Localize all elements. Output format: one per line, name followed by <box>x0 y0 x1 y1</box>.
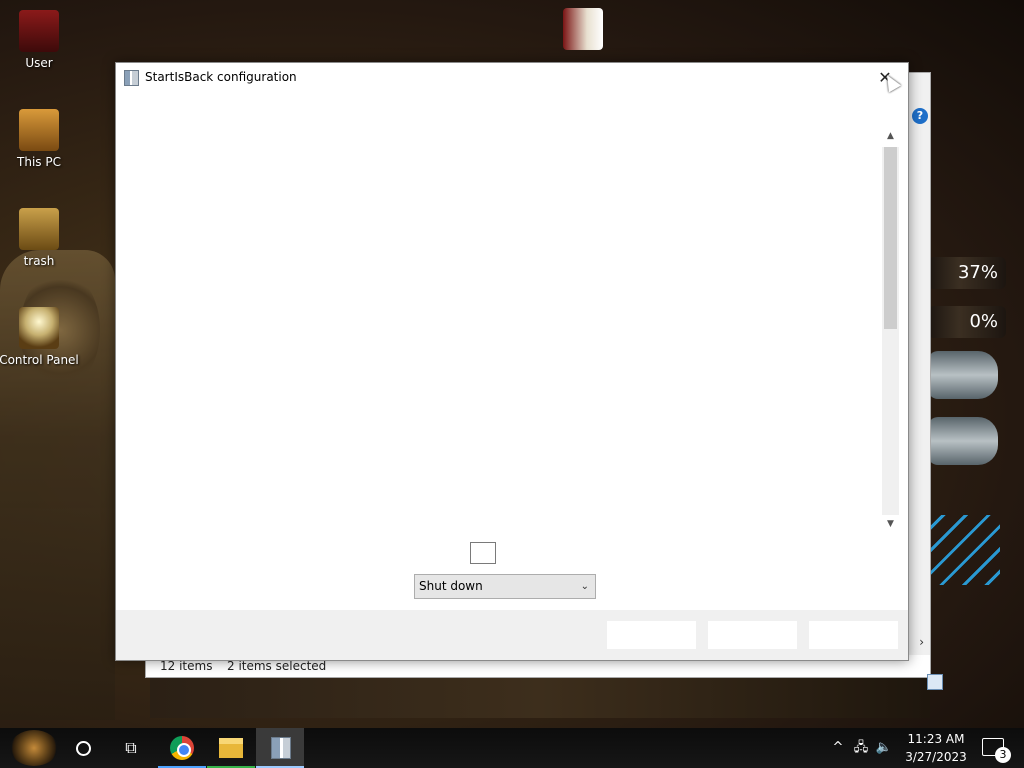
file-explorer-icon <box>219 738 243 758</box>
desktop-icon-label: User <box>25 56 53 70</box>
drive-tube-1 <box>928 351 998 399</box>
desktop-folder-icon[interactable] <box>562 8 604 54</box>
ok-button[interactable] <box>607 621 696 649</box>
lightbulb-icon <box>19 307 59 349</box>
cpu-gauge-value: 37% <box>957 262 998 283</box>
scroll-track[interactable] <box>882 147 899 515</box>
taskbar: ⧉ ^ 🖧 🔈 11:23 AM 3/27/2023 3 <box>0 728 1024 768</box>
desktop-icon-label: Control Panel <box>0 353 79 367</box>
chevron-down-icon: ⌄ <box>580 581 589 592</box>
volume-muted-icon[interactable]: 🔈 <box>874 728 894 768</box>
drive-tube-2 <box>928 417 998 465</box>
power-button-action-value: Shut down <box>419 579 483 593</box>
taskbar-startisback[interactable] <box>256 728 304 768</box>
scroll-thumb[interactable] <box>884 147 897 329</box>
apply-button[interactable] <box>809 621 898 649</box>
dialog-title: StartIsBack configuration <box>145 70 297 84</box>
show-hidden-icons-chevron-icon[interactable]: ^ <box>830 728 846 768</box>
start-button[interactable] <box>10 730 58 766</box>
power-button-action-select[interactable]: Shut down ⌄ <box>414 574 596 599</box>
desktop-icon-label: This PC <box>17 155 61 169</box>
startisback-icon <box>271 737 291 759</box>
desktop-icon-label: trash <box>23 254 55 268</box>
large-icons-view-icon[interactable] <box>927 674 943 690</box>
wallpaper-bottom <box>150 676 930 718</box>
computer-icon <box>19 109 59 151</box>
startisback-dialog: StartIsBack configuration ✕ ▲ ▼ Shut dow… <box>115 62 909 661</box>
scroll-right-icon[interactable]: › <box>919 635 924 649</box>
desktop-icon-trash[interactable]: trash <box>0 208 79 268</box>
taskbar-chrome[interactable] <box>158 728 206 768</box>
decor-rods <box>930 515 1000 585</box>
clock-date: 3/27/2023 <box>905 750 967 764</box>
vertical-scrollbar[interactable]: ▲ ▼ <box>882 129 899 533</box>
dialog-footer <box>116 610 908 660</box>
folder-icon <box>563 8 603 50</box>
cpu-gauge: 37% <box>928 257 1006 289</box>
chrome-icon <box>170 736 194 760</box>
desktop-icon-control-panel[interactable]: Control Panel <box>0 307 79 367</box>
clock-time: 11:23 AM <box>907 732 965 746</box>
cancel-button[interactable] <box>708 621 797 649</box>
action-center-icon[interactable]: 3 <box>982 738 1011 763</box>
search-icon[interactable] <box>72 728 96 768</box>
notification-count-badge: 3 <box>995 747 1011 763</box>
user-folder-icon <box>19 10 59 52</box>
option-checkbox[interactable] <box>470 542 496 564</box>
system-clock[interactable]: 11:23 AM 3/27/2023 <box>898 730 974 766</box>
ram-gauge: 0% <box>928 306 1006 338</box>
desktop-icon-user[interactable]: User <box>0 10 79 70</box>
scroll-down-icon[interactable]: ▼ <box>882 517 899 531</box>
task-view-icon[interactable]: ⧉ <box>118 728 144 768</box>
trash-icon <box>19 208 59 250</box>
ram-gauge-value: 0% <box>969 311 998 332</box>
scroll-up-icon[interactable]: ▲ <box>882 129 899 143</box>
taskbar-file-explorer[interactable] <box>207 728 255 768</box>
network-icon[interactable]: 🖧 <box>850 728 872 768</box>
desktop-icon-this-pc[interactable]: This PC <box>0 109 79 169</box>
help-icon[interactable]: ? <box>912 108 928 124</box>
startisback-app-icon <box>124 70 139 86</box>
dialog-titlebar[interactable]: StartIsBack configuration ✕ <box>116 63 908 93</box>
